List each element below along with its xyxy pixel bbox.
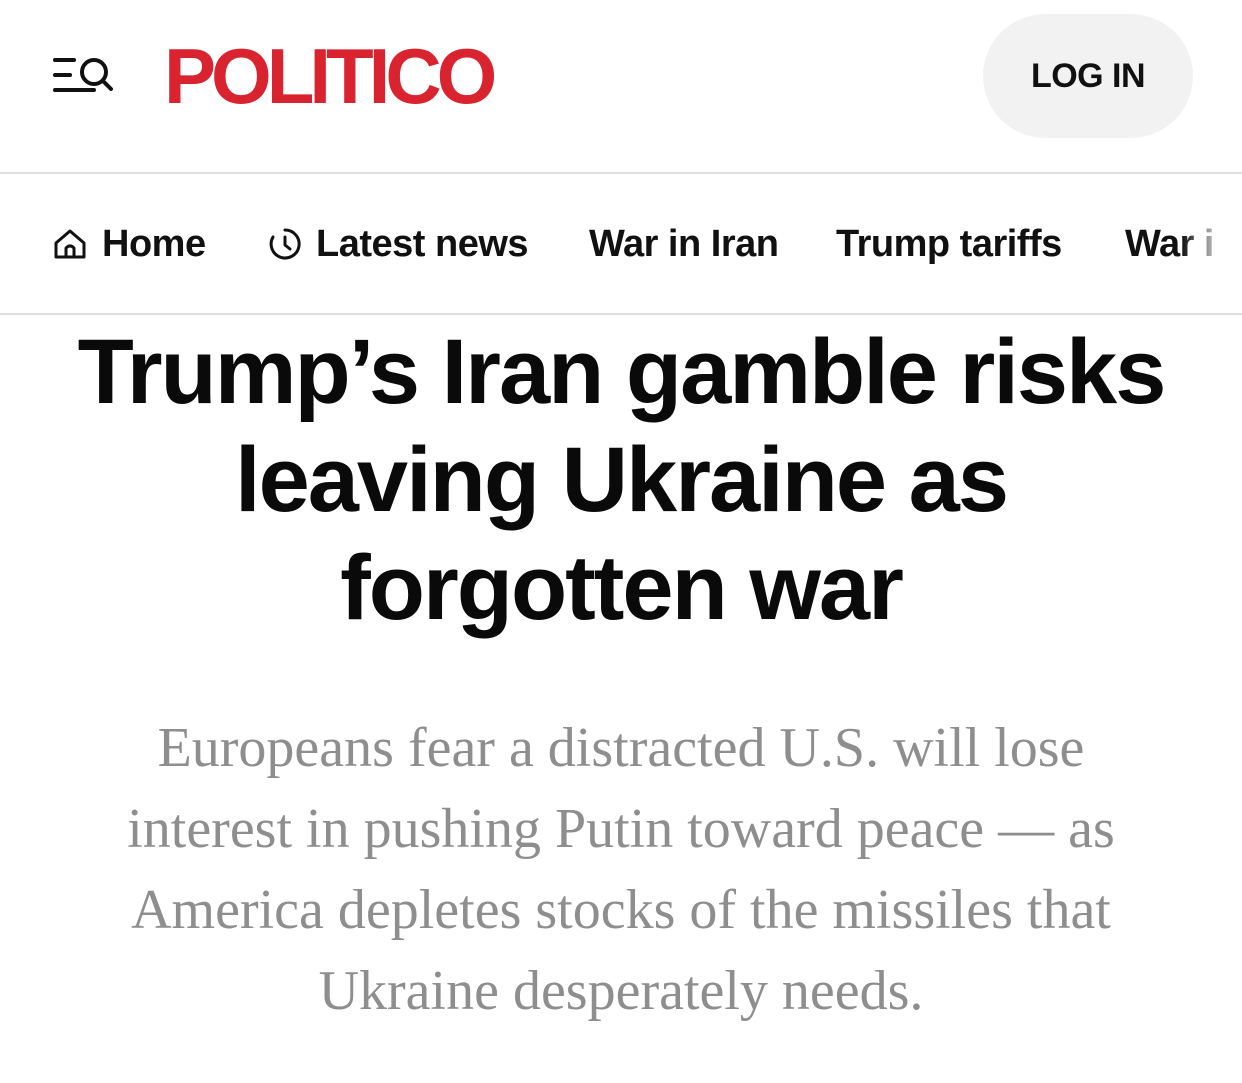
nav-item-latest-news[interactable]: Latest news (268, 218, 529, 270)
login-button[interactable]: LOG IN (983, 14, 1193, 138)
nav-item-war-in-ukraine[interactable]: War i (1125, 218, 1215, 270)
nav-item-home[interactable]: Home (52, 218, 206, 270)
nav-item-war-in-iran[interactable]: War in Iran (589, 218, 779, 270)
nav-item-label: Latest news (316, 222, 529, 265)
article-dek: Europeans fear a distracted U.S. will lo… (127, 717, 1115, 1022)
menu-search-button[interactable] (50, 50, 118, 102)
nav-item-label: Home (102, 222, 206, 265)
menu-search-icon (53, 58, 113, 92)
article-headline: Trump’s Iran gamble risks leaving Ukrain… (77, 321, 1167, 639)
section-nav: Home Latest news War in Iran Trump tarif… (0, 174, 1242, 314)
nav-item-label: War in Iran (589, 222, 779, 265)
site-header: POLITICO LOG IN (0, 0, 1242, 172)
nav-item-trump-tariffs[interactable]: Trump tariffs (836, 218, 1062, 270)
politico-logo[interactable]: POLITICO (164, 28, 497, 124)
home-icon (54, 229, 86, 259)
clock-icon (269, 228, 301, 260)
nav-divider (0, 313, 1242, 315)
nav-item-label: Trump tariffs (836, 222, 1062, 265)
nav-item-label: War i (1125, 222, 1215, 265)
